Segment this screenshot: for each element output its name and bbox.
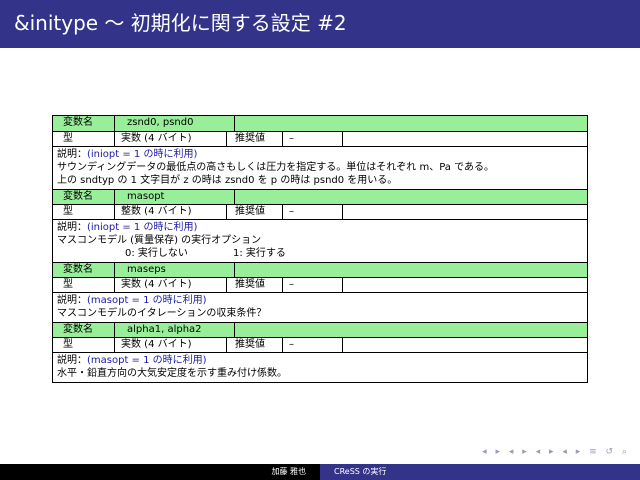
description-line: 上の sndtyp の 1 文字目が z の時は zsnd0 を p の時は p… — [57, 175, 398, 186]
varname-label: 変数名 — [53, 116, 115, 131]
description-block: 説明：(iniopt = 1 の時に利用) マスコンモデル (質量保存) の実行… — [53, 219, 587, 262]
recommended-value: – — [283, 278, 343, 292]
table-header-row: 変数名 zsnd0, psnd0 — [53, 116, 587, 131]
option-item: 0: 実行しない — [125, 248, 188, 259]
recommended-value: – — [283, 338, 343, 352]
variable-name: alpha1, alpha2 — [115, 323, 235, 337]
description-heading: 説明：(masopt = 1 の時に利用) — [57, 294, 583, 307]
footer-author: 加藤 雅也 — [0, 464, 320, 480]
option-list: 0: 実行しない 1: 実行する — [57, 247, 583, 260]
description-heading: 説明：(iniopt = 1 の時に利用) — [57, 221, 583, 234]
type-row-filler — [343, 338, 587, 352]
usage-condition: (masopt = 1 の時に利用) — [87, 355, 207, 366]
type-row: 型 整数 (4 バイト) 推奨値 – — [53, 204, 587, 219]
recommended-label: 推奨値 — [227, 205, 283, 219]
variable-name: masopt — [115, 190, 235, 204]
usage-condition: (iniopt = 1 の時に利用) — [87, 222, 198, 233]
type-row-filler — [343, 278, 587, 292]
description-block: 説明：(masopt = 1 の時に利用) 水平・鉛直方向の大気安定度を示す重み… — [53, 352, 587, 382]
description-block: 説明：(iniopt = 1 の時に利用) サウンディングデータの最低点の高さも… — [53, 146, 587, 189]
option-item: 1: 実行する — [233, 248, 286, 259]
varname-label: 変数名 — [53, 190, 115, 204]
description-label: 説明： — [57, 295, 87, 306]
type-label: 型 — [53, 132, 115, 146]
variable-name: zsnd0, psnd0 — [115, 116, 235, 131]
type-row: 型 実数 (4 バイト) 推奨値 – — [53, 131, 587, 146]
type-value: 実数 (4 バイト) — [115, 338, 227, 352]
description-line: サウンディングデータの最低点の高さもしくは圧力を指定する。単位はそれぞれ m、P… — [57, 162, 495, 173]
recommended-label: 推奨値 — [227, 338, 283, 352]
footer: 加藤 雅也 CReSS の実行 — [0, 464, 640, 480]
header-filler — [235, 263, 587, 277]
header-filler — [235, 323, 587, 337]
type-row: 型 実数 (4 バイト) 推奨値 – — [53, 277, 587, 292]
type-row-filler — [343, 132, 587, 146]
description-heading: 説明：(masopt = 1 の時に利用) — [57, 354, 583, 367]
navigation-symbols[interactable]: ◂ ▸ ◂ ▸ ◂ ▸ ◂ ▸ ≡ ↺ ⌕ — [482, 447, 630, 457]
recommended-value: – — [283, 132, 343, 146]
description-label: 説明： — [57, 355, 87, 366]
type-label: 型 — [53, 278, 115, 292]
type-value: 整数 (4 バイト) — [115, 205, 227, 219]
header-filler — [235, 190, 587, 204]
table-header-row: 変数名 maseps — [53, 262, 587, 277]
description-line: マスコンモデル (質量保存) の実行オプション — [57, 235, 262, 246]
variable-name: maseps — [115, 263, 235, 277]
recommended-label: 推奨値 — [227, 132, 283, 146]
varname-label: 変数名 — [53, 263, 115, 277]
recommended-value: – — [283, 205, 343, 219]
usage-condition: (masopt = 1 の時に利用) — [87, 295, 207, 306]
type-row-filler — [343, 205, 587, 219]
type-value: 実数 (4 バイト) — [115, 132, 227, 146]
header-filler — [235, 116, 587, 131]
usage-condition: (iniopt = 1 の時に利用) — [87, 149, 198, 160]
description-heading: 説明：(iniopt = 1 の時に利用) — [57, 148, 583, 161]
footer-talk-title: CReSS の実行 — [320, 464, 640, 480]
description-line: マスコンモデルのイタレーションの収束条件？ — [57, 308, 267, 319]
slide-title: &initype ～ 初期化に関する設定 #2 — [14, 11, 347, 35]
type-value: 実数 (4 バイト) — [115, 278, 227, 292]
table-header-row: 変数名 alpha1, alpha2 — [53, 322, 587, 337]
recommended-label: 推奨値 — [227, 278, 283, 292]
type-row: 型 実数 (4 バイト) 推奨値 – — [53, 337, 587, 352]
description-block: 説明：(masopt = 1 の時に利用) マスコンモデルのイタレーションの収束… — [53, 292, 587, 322]
description-label: 説明： — [57, 222, 87, 233]
description-label: 説明： — [57, 149, 87, 160]
description-line: 水平・鉛直方向の大気安定度を示す重み付け係数。 — [57, 368, 287, 379]
type-label: 型 — [53, 338, 115, 352]
variable-table: 変数名 zsnd0, psnd0 型 実数 (4 バイト) 推奨値 – 説明：(… — [52, 115, 588, 383]
type-label: 型 — [53, 205, 115, 219]
title-bar: &initype ～ 初期化に関する設定 #2 — [0, 0, 640, 48]
varname-label: 変数名 — [53, 323, 115, 337]
table-header-row: 変数名 masopt — [53, 189, 587, 204]
